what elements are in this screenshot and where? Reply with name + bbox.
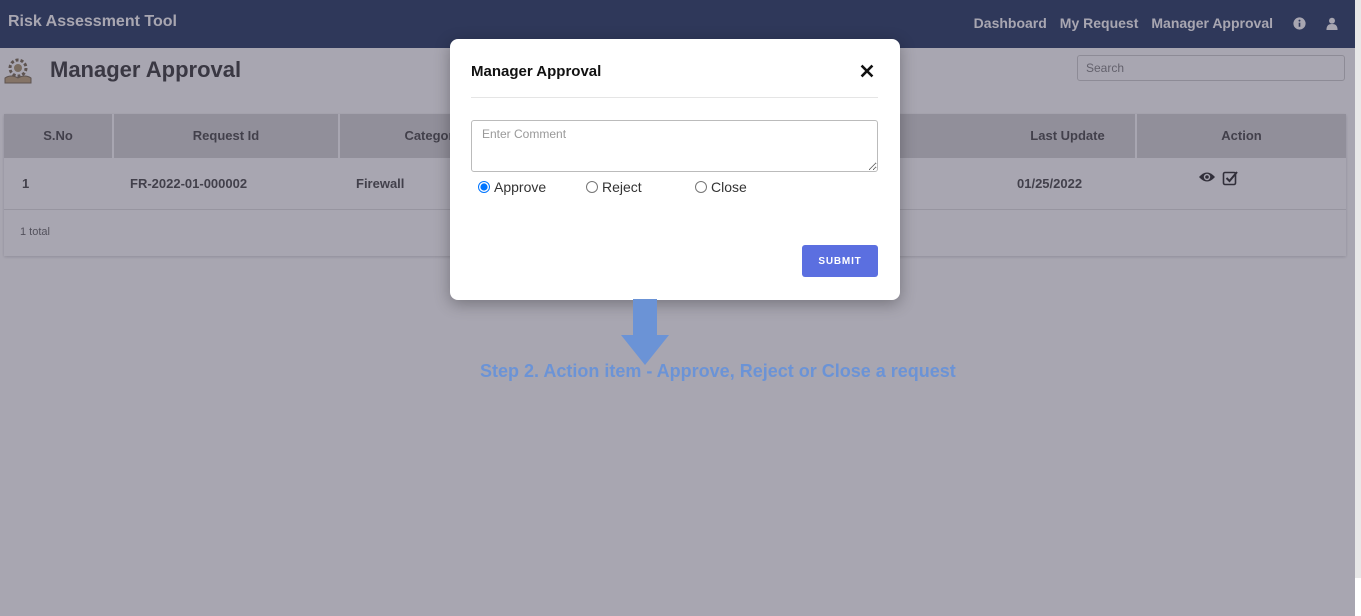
close-option[interactable]: Close: [695, 179, 747, 195]
reject-label: Reject: [602, 179, 642, 195]
modal-title: Manager Approval: [471, 63, 602, 80]
close-icon[interactable]: [858, 62, 876, 80]
manager-approval-modal: Manager Approval Approve Reject Close SU…: [450, 39, 900, 300]
reject-option[interactable]: Reject: [586, 179, 642, 195]
scrollbar-strip: [1355, 0, 1361, 578]
reject-radio[interactable]: [586, 181, 598, 193]
close-label: Close: [711, 179, 747, 195]
submit-button[interactable]: SUBMIT: [802, 245, 878, 277]
approve-radio[interactable]: [478, 181, 490, 193]
modal-divider: [471, 97, 878, 98]
close-radio[interactable]: [695, 181, 707, 193]
down-arrow-icon: [621, 299, 669, 370]
comment-textarea[interactable]: [471, 120, 878, 172]
annotation-text: Step 2. Action item - Approve, Reject or…: [480, 361, 956, 381]
approve-label: Approve: [494, 179, 547, 195]
approve-option[interactable]: Approve: [478, 179, 546, 195]
